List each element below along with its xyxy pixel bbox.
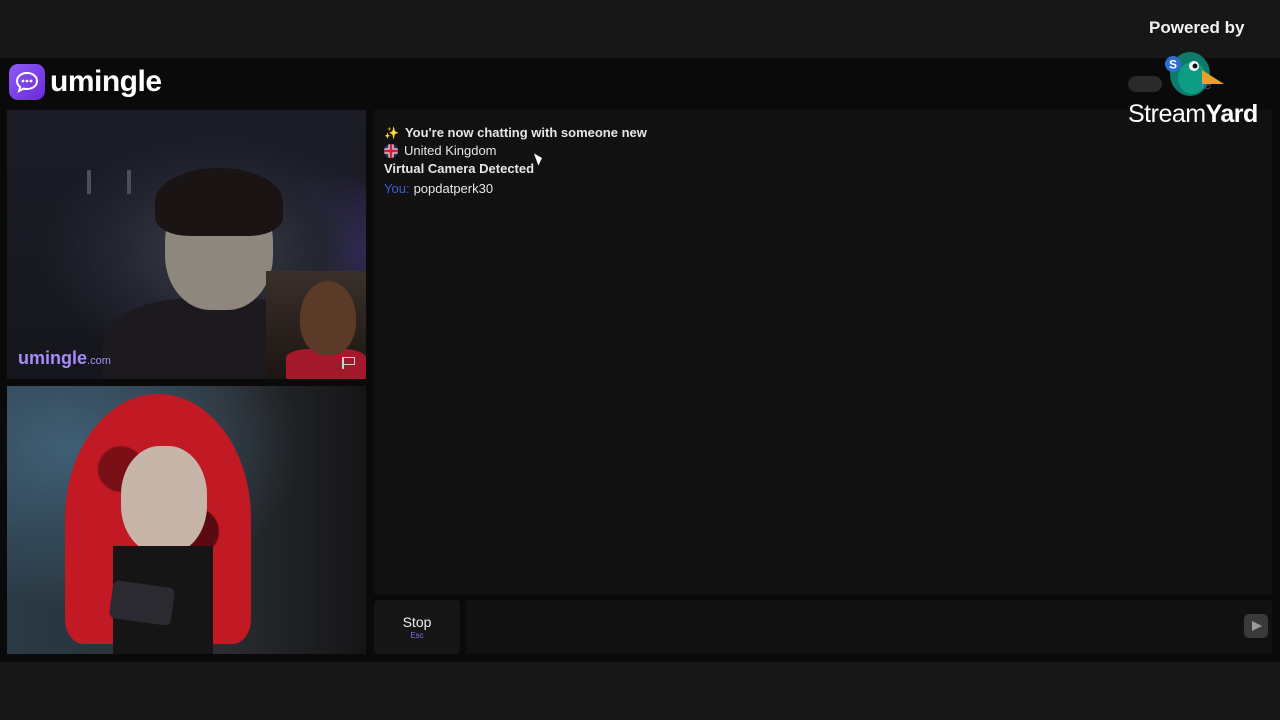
stranger-hair (155, 168, 283, 236)
umingle-app: umingle online umingle.com ✨ You're now … (0, 58, 1280, 662)
system-message: ✨ You're now chatting with someone new (384, 125, 647, 140)
chat-log[interactable]: ✨ You're now chatting with someone new U… (374, 110, 1272, 594)
message-text: You're now chatting with someone new (404, 125, 647, 140)
stop-button[interactable]: Stop Esc (374, 600, 460, 654)
chat-bubble-icon (9, 64, 45, 100)
uk-flag-icon (384, 143, 398, 158)
bottom-letterbox (0, 662, 1280, 720)
streamyard-brand: StreamYard (1128, 100, 1258, 129)
message-text: United Kingdom (404, 143, 497, 158)
send-icon[interactable] (1244, 614, 1268, 638)
svg-text:S: S (1169, 58, 1177, 72)
stop-label: Stop (402, 614, 432, 630)
logo-text: umingle (50, 65, 162, 98)
umingle-logo[interactable]: umingle (9, 64, 162, 100)
powered-by-label: Powered by (1149, 18, 1245, 37)
warning-message: Virtual Camera Detected (384, 161, 534, 176)
chat-message: You: popdatperk30 (384, 181, 493, 196)
country-message: United Kingdom (384, 143, 497, 158)
streamyard-duck-logo: S (1165, 52, 1224, 96)
sender-label: You: (384, 181, 410, 196)
watermark-text: umingle (18, 348, 88, 368)
brand-light: Stream (1128, 100, 1206, 128)
stranger-video: umingle.com (7, 110, 366, 379)
message-text: popdatperk30 (413, 181, 494, 196)
self-face (121, 446, 207, 554)
self-video (7, 386, 366, 654)
sparkle-icon: ✨ (384, 125, 399, 140)
report-flag-icon[interactable] (342, 357, 358, 369)
top-letterbox (0, 0, 1280, 58)
watermark-suffix: .com (87, 355, 111, 367)
online-toggle[interactable] (1128, 76, 1162, 92)
message-input[interactable] (466, 600, 1272, 654)
gaming-chair (87, 170, 131, 194)
message-text: Virtual Camera Detected (384, 161, 535, 176)
stop-shortcut: Esc (410, 631, 424, 640)
umingle-watermark: umingle.com (18, 348, 111, 369)
overlay-face (300, 281, 356, 355)
brand-bold: Yard (1205, 100, 1259, 128)
